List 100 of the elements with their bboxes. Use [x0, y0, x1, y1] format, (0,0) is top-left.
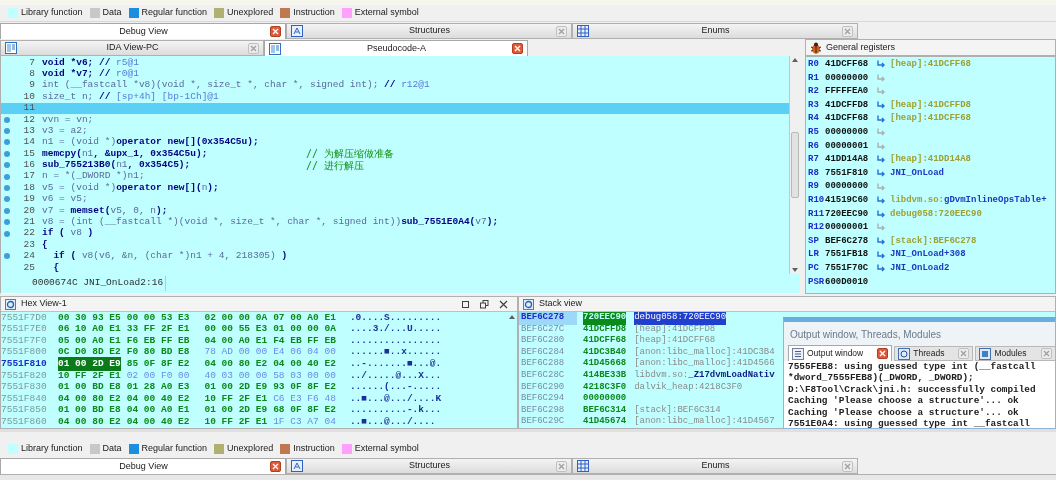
close-icon — [844, 462, 851, 470]
close-button[interactable] — [270, 26, 281, 37]
tab[interactable]: Structures — [286, 23, 572, 39]
hex-bytes[interactable]: 00 00 53 E3 — [126, 312, 190, 325]
register-value: 00000001 — [824, 221, 870, 235]
hex-bytes[interactable]: 04 00 80 E2 — [58, 415, 121, 428]
register-reference[interactable]: debug058:720EEC90 — [890, 207, 982, 222]
tab[interactable]: Threads — [894, 346, 974, 361]
stack-address[interactable]: BEF6C298 — [519, 403, 577, 418]
stack-address[interactable]: BEF6C280 — [519, 334, 577, 348]
hex-bytes[interactable]: 1F C3 A7 04 — [273, 415, 336, 428]
hex-address: 7551F800 — [1, 345, 48, 360]
jump-arrow-icon[interactable] — [876, 250, 886, 260]
breakpoint-icon[interactable] — [4, 128, 10, 135]
tab[interactable]: Pseudocode-A — [264, 40, 528, 56]
jump-arrow-icon[interactable] — [876, 141, 886, 151]
breakpoint-icon[interactable] — [4, 230, 10, 237]
breakpoint-icon[interactable] — [4, 139, 10, 146]
jump-arrow-icon[interactable] — [876, 87, 886, 97]
close-button[interactable] — [270, 461, 281, 472]
jump-arrow-icon[interactable] — [876, 155, 886, 165]
jump-arrow-icon[interactable] — [876, 128, 886, 138]
jump-arrow-icon[interactable] — [876, 209, 886, 219]
jump-arrow-icon[interactable] — [876, 237, 886, 246]
tab[interactable]: Output window — [788, 345, 893, 361]
breakpoint-icon[interactable] — [4, 185, 10, 191]
register-name: PSR — [807, 275, 824, 289]
hex-bytes[interactable]: 10 FF 2F E1 — [204, 415, 268, 428]
bug-icon — [810, 41, 822, 54]
stack-address[interactable]: BEF6C28C — [519, 369, 577, 383]
hex-bytes[interactable]: 00 30 93 E5 — [58, 312, 121, 325]
jump-arrow-icon[interactable] — [876, 196, 886, 206]
tab[interactable]: Debug View — [0, 458, 286, 474]
breakpoint-icon[interactable] — [4, 116, 10, 123]
register-value: 00000000 — [824, 126, 870, 139]
tab[interactable]: Modules — [975, 346, 1055, 361]
register-reference[interactable]: [stack]:BEF6C278 — [890, 234, 977, 249]
stack-address[interactable]: BEF6C278 — [519, 312, 577, 325]
hex-bytes[interactable]: 01 00 2D E9 — [58, 357, 121, 372]
stack-address[interactable]: BEF6C29C — [519, 415, 577, 428]
stack-reference: [heap]:41DCFF68 — [634, 334, 716, 347]
jump-arrow-icon[interactable] — [876, 73, 886, 83]
legend-label: Instruction — [293, 441, 335, 455]
jump-arrow-icon[interactable] — [876, 223, 886, 233]
hex-bytes[interactable]: 07 00 A0 E1 — [273, 312, 336, 325]
stack-reference: [anon:libc_malloc]:41DC3B4 — [634, 345, 775, 358]
stack-address[interactable]: BEF6C294 — [519, 392, 577, 406]
tab[interactable]: IDA View-PC — [0, 40, 264, 56]
jump-arrow-icon[interactable] — [876, 101, 886, 111]
tab[interactable]: Enums — [572, 458, 858, 474]
jump-arrow-icon[interactable] — [876, 60, 886, 70]
breakpoint-icon[interactable] — [4, 162, 10, 169]
register-reference[interactable]: [heap]:41DCFFD8 — [890, 98, 971, 113]
breakpoint-icon[interactable] — [4, 219, 10, 226]
breakpoint-icon[interactable] — [4, 150, 10, 157]
jump-arrow-icon[interactable] — [876, 114, 886, 124]
register-reference[interactable]: libdvm.so:gDvmInlineOpsTable+ — [890, 194, 1047, 208]
output-line: D:\F8Tool\Crack\jni.h: successfully compiled — [788, 383, 1037, 396]
jump-arrow-icon[interactable] — [876, 169, 886, 179]
breakpoint-icon[interactable] — [4, 173, 10, 180]
close-button[interactable] — [512, 43, 523, 54]
maximize-icon — [460, 299, 470, 309]
breakpoint-icon[interactable] — [4, 207, 10, 214]
code-line: n = *(_DWORD *)n1; — [42, 169, 145, 183]
breakpoint-icon[interactable] — [4, 253, 10, 260]
register-value: 41DCFF68 — [824, 112, 870, 126]
stack-address[interactable]: BEF6C27C — [519, 322, 577, 337]
breakpoint-icon[interactable] — [4, 196, 10, 203]
hex-ascii: ../.....@...X... — [349, 368, 442, 382]
close-icon — [558, 27, 565, 35]
close-button[interactable] — [877, 348, 889, 359]
hex-bytes[interactable]: 04 00 40 E2 — [126, 415, 190, 428]
tab-label: Modules — [994, 347, 1027, 360]
stack-address[interactable]: BEF6C284 — [519, 345, 577, 360]
register-reference[interactable]: JNI_OnLoad — [890, 166, 944, 181]
register-reference[interactable]: JNI_OnLoad+308 — [890, 248, 966, 262]
register-reference[interactable]: [heap]:41DCFF68 — [890, 112, 971, 126]
tab[interactable]: Enums — [572, 23, 858, 39]
register-reference[interactable]: [heap]:41DD14A8 — [890, 153, 971, 167]
register-name: R6 — [807, 139, 820, 153]
stack-address[interactable]: BEF6C288 — [519, 357, 577, 371]
legend-label: Regular function — [141, 441, 208, 455]
tab[interactable]: Debug View — [0, 23, 286, 39]
close-icon — [514, 45, 521, 52]
restore-button[interactable] — [477, 298, 491, 310]
status-location: 0000674C JNI_OnLoad2:16 — [30, 276, 167, 291]
hex-bytes[interactable]: 02 00 00 0A — [204, 312, 268, 325]
jump-arrow-icon[interactable] — [876, 264, 886, 274]
register-reference[interactable]: [heap]:41DCFF68 — [890, 58, 971, 72]
code-comment: // 进行解压 — [306, 159, 365, 171]
jump-arrow-icon[interactable] — [876, 182, 886, 192]
stack-reference: [anon:libc_malloc]:41D4567 — [634, 415, 775, 428]
code-line: memcpy(n1, &upx_1, 0x354C5u); — [42, 146, 209, 160]
legend-label: External symbol — [354, 441, 419, 455]
register-reference[interactable]: JNI_OnLoad2 — [890, 261, 950, 276]
hex-address: 7551F860 — [1, 415, 48, 428]
close-icon — [272, 28, 279, 35]
stack-address[interactable]: BEF6C290 — [519, 380, 577, 395]
tab[interactable]: Structures — [286, 458, 572, 474]
close-icon — [250, 44, 257, 52]
